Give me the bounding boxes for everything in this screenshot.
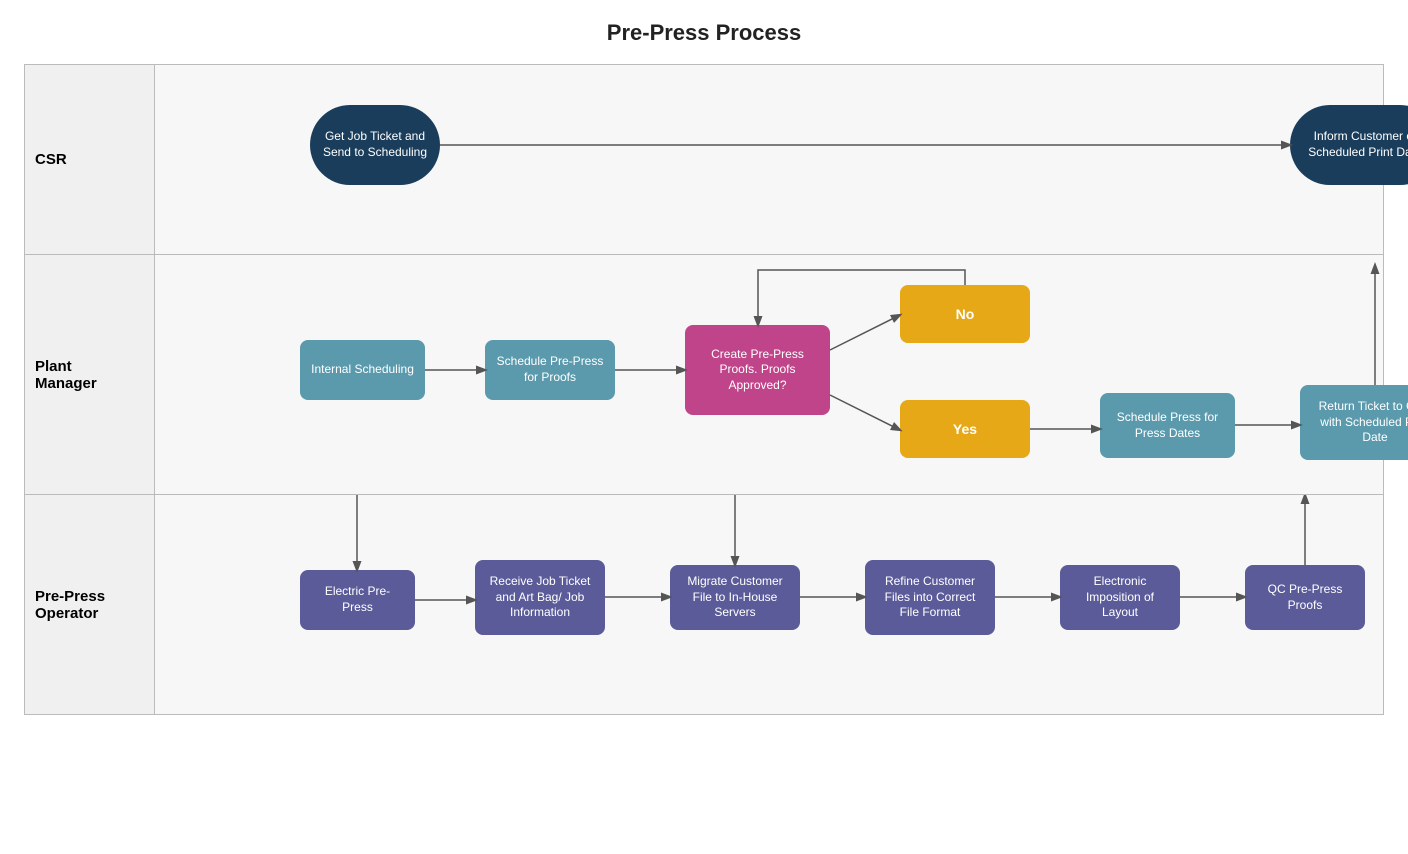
prepress-label: Pre-PressOperator <box>25 495 155 715</box>
schedule-prepress-node: Schedule Pre-Press for Proofs <box>485 340 615 400</box>
qc-prepress-node: QC Pre-Press Proofs <box>1245 565 1365 630</box>
diagram-container: Pre-Press Process CSR Get Job Ticket and… <box>24 20 1384 715</box>
electronic-imposition-node: Electronic Imposition of Layout <box>1060 565 1180 630</box>
receive-job-ticket-node: Receive Job Ticket and Art Bag/ Job Info… <box>475 560 605 635</box>
return-ticket-node: Return Ticket to CSR with Scheduled Prin… <box>1300 385 1408 460</box>
inform-customer-node: Inform Customer of Scheduled Print Date <box>1290 105 1408 185</box>
csr-lane: CSR Get Job Ticket and Send to Schedulin… <box>25 65 1384 255</box>
schedule-press-node: Schedule Press for Press Dates <box>1100 393 1235 458</box>
plant-manager-label: PlantManager <box>25 255 155 495</box>
plant-manager-content: Internal Scheduling Schedule Pre-Press f… <box>155 255 1384 495</box>
diagram-title: Pre-Press Process <box>24 20 1384 46</box>
create-prepress-node: Create Pre-Press Proofs. Proofs Approved… <box>685 325 830 415</box>
internal-scheduling-node: Internal Scheduling <box>300 340 425 400</box>
migrate-customer-node: Migrate Customer File to In-House Server… <box>670 565 800 630</box>
csr-content: Get Job Ticket and Send to Scheduling In… <box>155 65 1384 255</box>
yes-node: Yes <box>900 400 1030 458</box>
plant-manager-lane: PlantManager Internal Scheduling Schedul… <box>25 255 1384 495</box>
get-job-ticket-node: Get Job Ticket and Send to Scheduling <box>310 105 440 185</box>
no-node: No <box>900 285 1030 343</box>
prepress-operator-lane: Pre-PressOperator Electric Pre-Press Rec… <box>25 495 1384 715</box>
csr-label: CSR <box>25 65 155 255</box>
electric-prepress-node: Electric Pre-Press <box>300 570 415 630</box>
refine-customer-node: Refine Customer Files into Correct File … <box>865 560 995 635</box>
prepress-content: Electric Pre-Press Receive Job Ticket an… <box>155 495 1384 715</box>
swim-table: CSR Get Job Ticket and Send to Schedulin… <box>24 64 1384 715</box>
